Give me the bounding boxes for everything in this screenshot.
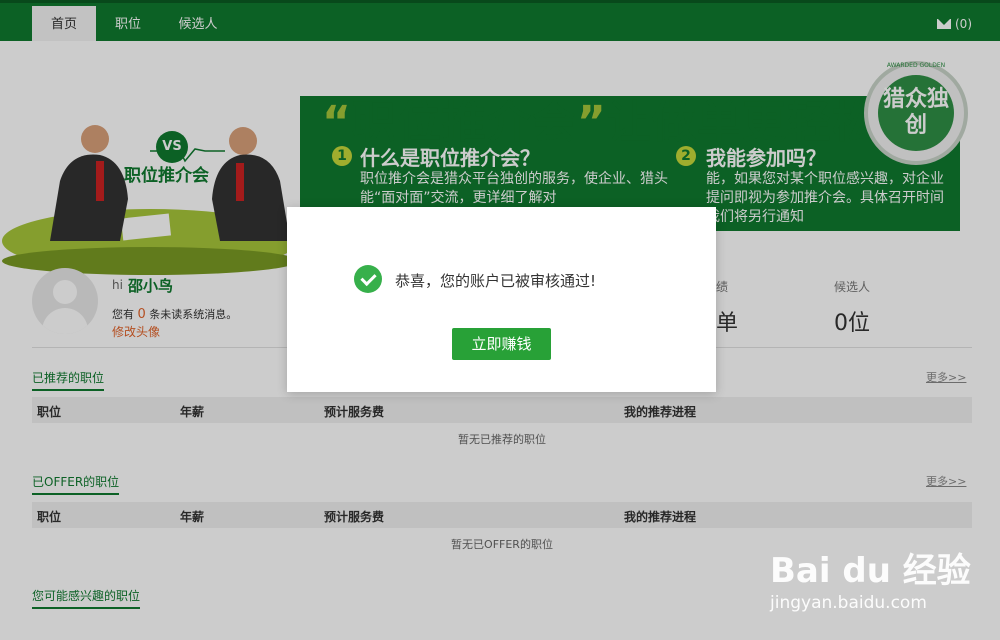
watermark-logo: Bai du 经验	[770, 551, 971, 591]
earn-now-button[interactable]: 立即赚钱	[452, 328, 551, 360]
baidu-watermark: Bai du 经验 jingyan.baidu.com	[770, 535, 990, 625]
dialog-message: 恭喜，您的账户已被审核通过!	[395, 272, 597, 290]
watermark-url: jingyan.baidu.com	[770, 593, 927, 613]
checkmark-icon	[354, 265, 382, 293]
approval-dialog: 恭喜，您的账户已被审核通过! 立即赚钱	[287, 207, 716, 392]
